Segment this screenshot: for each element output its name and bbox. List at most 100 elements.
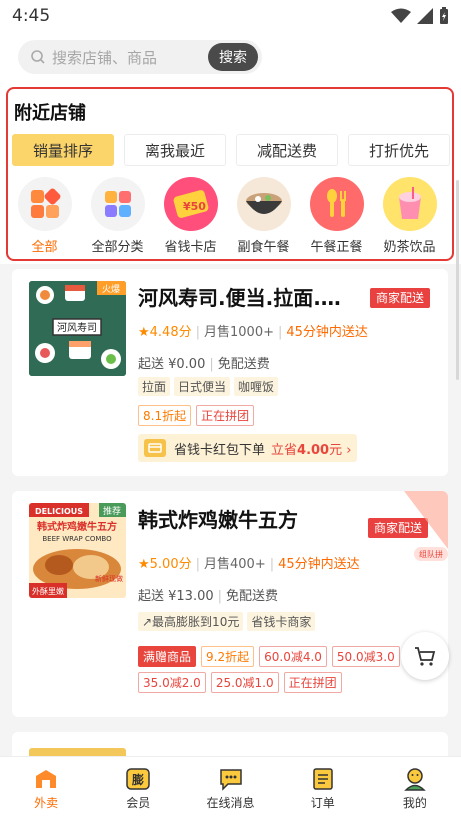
promo-badge: 9.2折起 xyxy=(201,646,255,667)
money-card-icon: ¥50 xyxy=(163,177,218,231)
shop-tag: 拉面 xyxy=(138,377,171,396)
svg-text:火爆: 火爆 xyxy=(102,283,120,295)
promo-badge: 60.0减4.0 xyxy=(259,646,327,667)
svg-text:新鲜现做: 新鲜现做 xyxy=(95,574,123,583)
promo-badge: 35.0减2.0 xyxy=(138,672,206,693)
sort-tab-sales[interactable]: 销量排序 xyxy=(12,134,114,166)
svg-text:河风寿司: 河风寿司 xyxy=(57,321,97,334)
shop-name: 河风寿司.便当.拉面.… xyxy=(138,286,341,310)
bottom-tab-bar: 外卖 膨 会员 在线消息 订单 我的 xyxy=(0,756,461,820)
category-label: 午餐正餐 xyxy=(310,240,363,255)
promo-badge: 满赠商品 xyxy=(138,646,197,667)
shop-card[interactable]: DELICIOUS 推荐 韩式炸鸡嫩牛五方 BEEF WRAP COMBO 外酥… xyxy=(12,491,448,717)
shop-promos: 满赠商品 9.2折起 60.0减4.0 50.0减3.0 35.0减2.0 25… xyxy=(138,646,408,693)
category-lunch-main[interactable]: 午餐正餐 xyxy=(300,177,373,255)
svg-text:¥50: ¥50 xyxy=(183,200,206,213)
promo-badge: 25.0减1.0 xyxy=(210,672,279,693)
shop-delivery-info: 起送 ¥0.00 | 免配送费 xyxy=(138,357,270,372)
wifi-icon xyxy=(391,8,411,23)
shop-tag: 日式便当 xyxy=(174,377,231,396)
spoon-fork-icon xyxy=(309,177,364,231)
star-icon: ★ xyxy=(138,557,150,572)
svg-text:膨: 膨 xyxy=(131,772,144,787)
svg-text:推荐: 推荐 xyxy=(103,505,121,517)
category-label: 全部 xyxy=(31,240,58,255)
sort-tabs: 销量排序 离我最近 减配送费 打折优先 xyxy=(12,134,452,166)
shop-tag: ↗最高膨胀到10元 xyxy=(138,612,244,631)
category-money-card[interactable]: ¥50 省钱卡店 xyxy=(154,177,227,255)
star-icon: ★ xyxy=(138,325,150,340)
shop-eta: 45分钟内送达 xyxy=(286,325,368,340)
search-button[interactable]: 搜索 xyxy=(208,43,258,71)
category-all-types[interactable]: 全部分类 xyxy=(81,177,154,255)
message-icon xyxy=(217,766,245,792)
coupon-text: 省钱卡红包下单 xyxy=(174,442,266,458)
all-grid-icon xyxy=(17,177,72,231)
status-icons xyxy=(391,7,449,25)
min-order: 起送 ¥0.00 xyxy=(138,357,206,372)
promo-badge: 正在拼团 xyxy=(283,672,342,693)
tab-label: 订单 xyxy=(310,796,335,810)
signal-icon xyxy=(417,8,433,24)
profile-icon xyxy=(401,766,429,792)
shop-rating: 5.00分 xyxy=(149,557,192,572)
shop-name: 韩式炸鸡嫩牛五方 xyxy=(138,508,298,532)
shop-meta: ★5.00分 | 月售400+ | 45分钟内送达 xyxy=(138,557,360,572)
min-order: 起送 ¥13.00 xyxy=(138,589,214,604)
delivery-badge: 商家配送 xyxy=(369,288,430,308)
nearby-title: 附近店铺 xyxy=(14,103,86,124)
category-label: 全部分类 xyxy=(91,240,144,255)
sort-tab-delivery-fee[interactable]: 减配送费 xyxy=(236,134,338,166)
shop-sales: 月售1000+ xyxy=(204,325,274,340)
category-all[interactable]: 全部 xyxy=(8,177,81,255)
shop-thumbnail: DELICIOUS 推荐 韩式炸鸡嫩牛五方 BEEF WRAP COMBO 外酥… xyxy=(29,503,126,598)
cart-button[interactable] xyxy=(401,632,449,680)
promo-badge: 8.1折起 xyxy=(138,405,192,426)
category-label: 副食午餐 xyxy=(237,240,290,255)
categories-icon xyxy=(90,177,145,231)
shop-card[interactable]: 河风寿司 火爆 河风寿司.便当.拉面.… 商家配送 ★4.48分 | 月售1000+… xyxy=(12,269,448,476)
search-input[interactable]: 搜索店铺、商品 搜索 xyxy=(18,40,262,74)
category-label: 省钱卡店 xyxy=(164,240,217,255)
tab-messages[interactable]: 在线消息 xyxy=(184,757,276,820)
sort-tab-discount[interactable]: 打折优先 xyxy=(348,134,450,166)
svg-text:BEEF WRAP COMBO: BEEF WRAP COMBO xyxy=(42,535,112,543)
shop-tag: 咖喱饭 xyxy=(234,377,279,396)
hotpot-bowl-icon xyxy=(236,177,291,231)
tab-profile[interactable]: 我的 xyxy=(369,757,461,820)
category-label: 奶茶饮品 xyxy=(383,240,436,255)
search-icon xyxy=(31,50,45,64)
cart-icon xyxy=(415,647,436,666)
status-bar: 4:45 xyxy=(0,0,461,32)
category-side-lunch[interactable]: 副食午餐 xyxy=(227,177,300,255)
coupon-banner[interactable]: 省钱卡红包下单 立省4.00元 › xyxy=(138,434,358,462)
shop-thumbnail: 河风寿司 火爆 xyxy=(29,281,126,376)
member-icon: 膨 xyxy=(124,766,152,792)
tab-label: 会员 xyxy=(126,796,151,810)
category-milk-tea[interactable]: 奶茶饮品 xyxy=(373,177,446,255)
svg-text:DELICIOUS: DELICIOUS xyxy=(35,507,83,516)
coupon-amount: 4.00 xyxy=(297,442,330,458)
scrollbar[interactable] xyxy=(456,180,459,380)
sort-tab-nearest[interactable]: 离我最近 xyxy=(124,134,226,166)
battery-icon xyxy=(440,7,448,24)
category-row: 全部 全部分类 ¥50 省钱卡店 副食午餐 午餐正餐 奶茶饮品 xyxy=(8,177,452,255)
svg-text:组队拼: 组队拼 xyxy=(419,549,443,559)
coupon-amount-line: 立省4.00元 › xyxy=(271,442,352,458)
delivery-fee: 免配送费 xyxy=(217,357,270,372)
drink-cup-icon xyxy=(382,177,437,231)
takeaway-icon xyxy=(32,766,60,792)
shop-tags: ↗最高膨胀到10元 省钱卡商家 xyxy=(138,612,316,631)
tab-orders[interactable]: 订单 xyxy=(277,757,369,820)
nearby-shops-section: 附近店铺 销量排序 离我最近 减配送费 打折优先 全部 全部分类 ¥50 省钱卡… xyxy=(0,84,461,264)
coupon-icon xyxy=(144,439,166,457)
tab-takeaway[interactable]: 外卖 xyxy=(0,757,92,820)
status-time: 4:45 xyxy=(12,6,51,26)
order-icon xyxy=(309,766,337,792)
shop-sales: 月售400+ xyxy=(204,557,266,572)
shop-eta: 45分钟内送达 xyxy=(278,557,360,572)
search-placeholder: 搜索店铺、商品 xyxy=(52,48,158,67)
shop-tag: 省钱卡商家 xyxy=(247,612,316,631)
group-buy-ribbon: 组队拼 xyxy=(400,491,448,561)
tab-member[interactable]: 膨 会员 xyxy=(92,757,184,820)
